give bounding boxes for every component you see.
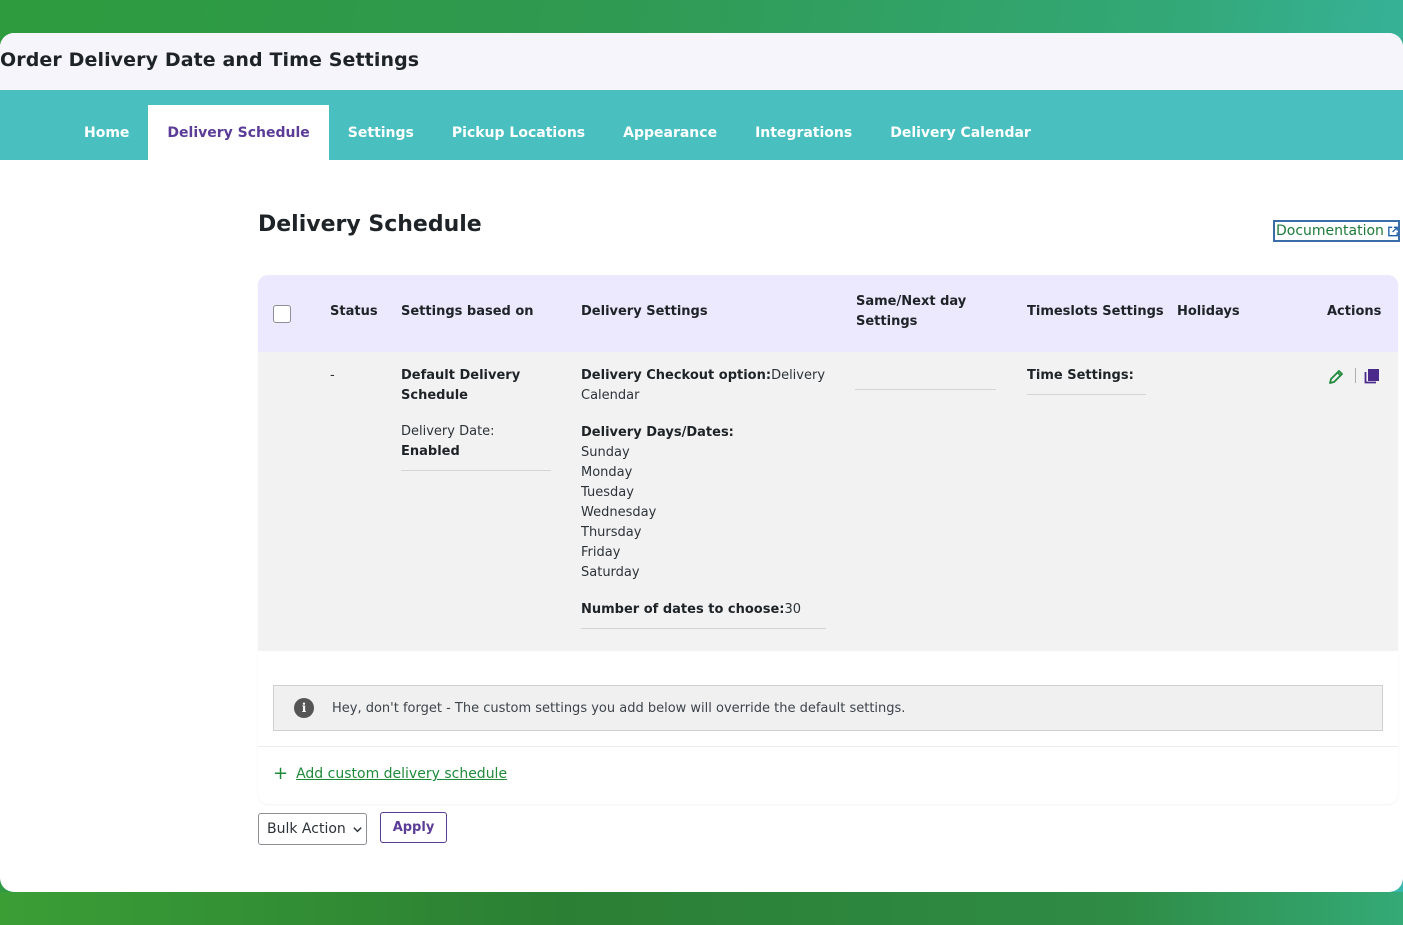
row-status: - [330, 368, 335, 383]
schedule-table: Status Settings based on Delivery Settin… [258, 275, 1398, 804]
add-custom-schedule-link[interactable]: + Add custom delivery schedule [273, 765, 507, 783]
checkout-option-label: Delivery Checkout option: [581, 368, 772, 383]
external-link-icon [1388, 226, 1398, 236]
schedule-name-line2: Schedule [401, 388, 468, 403]
bulk-action-value: Bulk Action [267, 821, 346, 837]
duplicate-icon[interactable] [1364, 368, 1380, 384]
tab-home[interactable]: Home [65, 105, 148, 160]
tab-integrations[interactable]: Integrations [736, 105, 871, 160]
delivery-date-label: Delivery Date: [401, 424, 495, 439]
title-bar: Order Delivery Date and Time Settings [0, 33, 1403, 90]
day-friday: Friday [581, 545, 621, 560]
delivery-settings-cell: Delivery Checkout option:Delivery Calend… [581, 366, 826, 629]
chevron-down-icon [353, 826, 362, 832]
documentation-link[interactable]: Documentation [1273, 220, 1400, 242]
checkout-option-value: Delivery [771, 368, 826, 383]
header-status: Status [330, 304, 378, 319]
info-notice: i Hey, don't forget - The custom setting… [273, 685, 1383, 731]
timeslots-cell: Time Settings: [1027, 366, 1146, 395]
day-monday: Monday [581, 465, 633, 480]
header-same-next-day-line1: Same/Next day [856, 294, 967, 309]
tab-delivery-schedule[interactable]: Delivery Schedule [148, 105, 329, 160]
section-title: Delivery Schedule [258, 212, 482, 237]
edit-icon[interactable] [1328, 369, 1344, 385]
documentation-label: Documentation [1276, 223, 1384, 239]
desktop-background-band [0, 892, 1403, 925]
day-wednesday: Wednesday [581, 505, 657, 520]
header-timeslots: Timeslots Settings [1027, 304, 1164, 319]
action-separator [1355, 368, 1356, 383]
select-all-checkbox[interactable] [273, 305, 291, 323]
tab-bar: Home Delivery Schedule Settings Pickup L… [0, 90, 1403, 160]
table-row: - Default Delivery Schedule Delivery Dat… [258, 352, 1398, 651]
day-sunday: Sunday [581, 445, 630, 460]
day-thursday: Thursday [581, 525, 642, 540]
header-actions: Actions [1327, 304, 1382, 319]
delivery-date-line: Delivery Date: Enabled [401, 422, 551, 462]
time-settings-label: Time Settings: [1027, 368, 1134, 383]
tab-delivery-calendar[interactable]: Delivery Calendar [871, 105, 1050, 160]
notice-text: Hey, don't forget - The custom settings … [332, 700, 906, 716]
page-title: Order Delivery Date and Time Settings [0, 49, 420, 71]
schedule-name-line1: Default Delivery [401, 368, 521, 383]
info-icon: i [294, 698, 314, 718]
day-tuesday: Tuesday [581, 485, 634, 500]
checkout-option-value-line2: Calendar [581, 388, 640, 403]
add-custom-schedule-label: Add custom delivery schedule [296, 766, 508, 782]
settings-window: Order Delivery Date and Time Settings Ho… [0, 33, 1403, 892]
delivery-date-value: Enabled [401, 444, 460, 459]
divider [258, 746, 1398, 747]
num-dates-label: Number of dates to choose: [581, 602, 785, 617]
bulk-action-select[interactable]: Bulk Action [258, 813, 367, 845]
header-delivery-settings: Delivery Settings [581, 304, 708, 319]
checkout-option-line: Delivery Checkout option:Delivery [581, 366, 826, 386]
header-same-next-day: Same/Next day Settings [856, 292, 966, 332]
same-next-day-cell [855, 366, 996, 390]
num-dates-line: Number of dates to choose:30 [581, 600, 826, 620]
table-header-row: Status Settings based on Delivery Settin… [258, 275, 1398, 352]
num-dates-value: 30 [784, 602, 802, 617]
plus-icon: + [273, 763, 289, 784]
header-holidays: Holidays [1177, 304, 1240, 319]
header-same-next-day-line2: Settings [856, 314, 918, 329]
tab-pickup-locations[interactable]: Pickup Locations [433, 105, 604, 160]
delivery-days-label: Delivery Days/Dates: [581, 425, 734, 440]
apply-button[interactable]: Apply [380, 812, 447, 843]
tab-appearance[interactable]: Appearance [604, 105, 736, 160]
header-settings-based-on: Settings based on [401, 304, 534, 319]
settings-based-on-cell: Default Delivery Schedule Delivery Date:… [401, 366, 551, 471]
tab-settings[interactable]: Settings [329, 105, 433, 160]
day-saturday: Saturday [581, 565, 640, 580]
